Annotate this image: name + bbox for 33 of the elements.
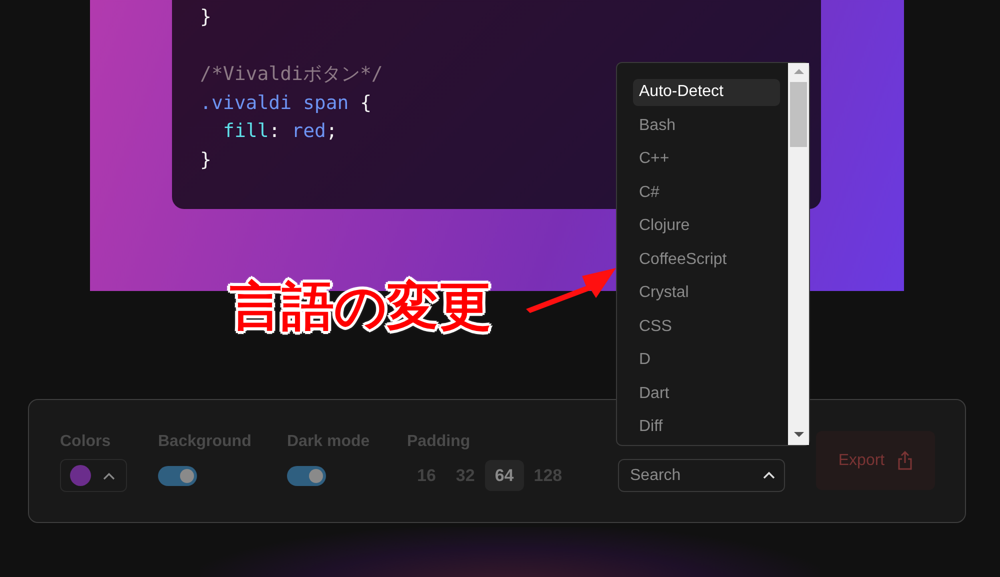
color-picker[interactable] [60, 459, 127, 492]
language-option[interactable]: C# [633, 180, 780, 206]
code-token: .vivaldi span [200, 92, 349, 114]
padding-option[interactable]: 64 [484, 460, 524, 491]
share-icon [896, 451, 913, 470]
scroll-down-icon [794, 432, 804, 437]
code-token: : [268, 120, 282, 142]
annotation-text: 言語の変更 [230, 277, 491, 338]
scroll-up-icon [794, 69, 804, 74]
language-option[interactable]: C++ [633, 146, 780, 172]
language-option[interactable]: D [633, 347, 780, 374]
language-option[interactable]: Crystal [633, 280, 780, 306]
code-comment: /*Vivaldiボタン*/ [200, 63, 383, 85]
chevron-up-icon [763, 471, 775, 479]
language-option[interactable]: Auto-Detect [633, 79, 780, 106]
code-token: { [359, 92, 372, 114]
code-token: } [200, 6, 212, 28]
dark-mode-toggle[interactable] [287, 466, 326, 486]
language-option[interactable]: Bash [633, 112, 780, 139]
language-search-field[interactable]: Search [618, 459, 785, 492]
language-option[interactable]: Diff [633, 414, 780, 440]
code-token: } [200, 148, 212, 170]
chevron-up-icon [103, 472, 115, 480]
background-toggle[interactable] [158, 466, 197, 486]
code-token: ; [326, 120, 338, 142]
language-option[interactable]: CSS [633, 314, 780, 340]
code-token: red [292, 120, 326, 142]
scrollbar[interactable] [788, 63, 809, 445]
language-option[interactable]: Clojure [633, 213, 780, 240]
language-option[interactable]: Dart [633, 380, 780, 407]
language-option[interactable]: CoffeeScript [633, 246, 780, 273]
scroll-thumb[interactable] [790, 82, 807, 147]
code-token: fill [223, 120, 269, 142]
